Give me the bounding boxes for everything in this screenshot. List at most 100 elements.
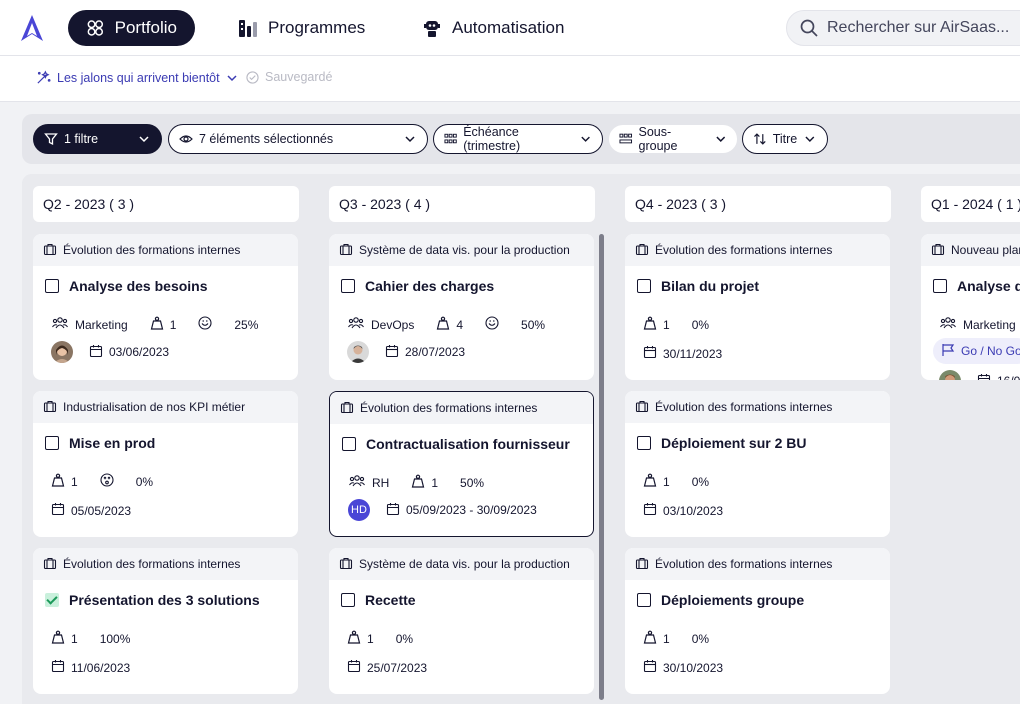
card-meta-row: RH 1 50%	[348, 474, 484, 491]
card-meta-row: Marketing 1 25%	[51, 316, 258, 333]
programmes-icon	[239, 20, 257, 37]
milestone-card[interactable]: Système de data vis. pour la production …	[329, 548, 594, 694]
card-project[interactable]: Évolution des formations internes	[625, 234, 890, 266]
card-team: Marketing	[963, 317, 1016, 332]
team-icon	[348, 474, 366, 491]
milestone-card[interactable]: Système de data vis. pour la production …	[329, 234, 594, 380]
card-title: Recette	[341, 592, 416, 608]
card-date: 30/10/2023	[663, 660, 724, 675]
group-by-select[interactable]: Échéance (trimestre)	[433, 124, 603, 154]
card-title: Analyse des besoins	[45, 278, 208, 294]
card-count: 4	[456, 317, 464, 332]
search-icon	[800, 19, 818, 37]
card-date-row: 25/07/2023	[347, 659, 427, 676]
subgroup-select[interactable]: Sous-groupe	[608, 124, 738, 154]
airsaas-logo[interactable]	[20, 14, 44, 42]
card-count: 1	[169, 317, 177, 332]
briefcase-icon	[43, 556, 57, 573]
card-project[interactable]: Évolution des formations internes	[33, 234, 298, 266]
card-project[interactable]: Système de data vis. pour la production	[329, 548, 594, 580]
card-project[interactable]: Évolution des formations internes	[625, 391, 890, 423]
milestone-checkbox[interactable]	[341, 279, 355, 293]
portfolio-icon	[87, 20, 104, 36]
weight-icon	[51, 473, 65, 490]
milestone-card[interactable]: Évolution des formations internes Analys…	[33, 234, 298, 380]
card-title-text: Contractualisation fournisseur	[366, 436, 570, 452]
card-date: 11/06/2023	[71, 660, 131, 675]
card-project[interactable]: Évolution des formations internes	[33, 548, 298, 580]
team-icon	[939, 316, 957, 333]
card-project[interactable]: Système de data vis. pour la production	[329, 234, 594, 266]
briefcase-icon	[340, 400, 354, 417]
card-count: 1	[71, 474, 78, 489]
card-title-text: Analyse de	[957, 278, 1020, 294]
avatar[interactable]	[939, 370, 961, 380]
milestone-checkbox[interactable]	[45, 279, 59, 293]
weight-icon	[150, 316, 164, 333]
avatar[interactable]: HD	[348, 499, 370, 521]
dizzy-mood-icon	[100, 473, 114, 490]
milestone-checkbox[interactable]	[637, 593, 651, 607]
milestone-checkbox[interactable]	[342, 437, 356, 451]
card-meta-row: DevOps 4 50%	[347, 316, 545, 333]
weight-icon	[436, 316, 450, 333]
card-project[interactable]: Évolution des formations internes	[625, 548, 890, 580]
milestone-card[interactable]: Évolution des formations internes Contra…	[329, 391, 594, 537]
subgroup-grid-icon	[619, 133, 633, 144]
card-project[interactable]: Nouveau plan	[921, 234, 1020, 266]
calendar-icon	[51, 502, 65, 519]
weight-icon	[643, 630, 657, 647]
card-count: 1	[367, 631, 374, 646]
card-count: 1	[663, 317, 670, 332]
milestone-checkbox[interactable]	[341, 593, 355, 607]
filter-icon	[44, 133, 58, 146]
avatar[interactable]	[347, 341, 369, 363]
milestone-card[interactable]: Évolution des formations internes Bilan …	[625, 234, 890, 380]
milestone-checkbox[interactable]	[637, 279, 651, 293]
milestone-checkbox[interactable]	[45, 436, 59, 450]
milestone-checkbox[interactable]	[933, 279, 947, 293]
milestone-card[interactable]: Nouveau plan Analyse de Marketing Go / N…	[921, 234, 1020, 380]
milestone-card[interactable]: Industrialisation de nos KPI métier Mise…	[33, 391, 298, 537]
nav-automatisation[interactable]: Automatisation	[404, 10, 582, 46]
card-project-name: Évolution des formations internes	[655, 400, 833, 414]
filter-bar: 1 filtre 7 éléments sélectionnés Échéanc…	[22, 114, 1020, 164]
nav-programmes[interactable]: Programmes	[220, 10, 383, 46]
column-header: Q1 - 2024 ( 1 )	[921, 186, 1020, 222]
chevron-down-icon	[805, 136, 815, 142]
search-input[interactable]	[827, 19, 1020, 37]
search-box[interactable]	[786, 10, 1020, 46]
column-scrollbar[interactable]	[599, 234, 604, 700]
go-no-go-tag[interactable]: Go / No Go	[933, 338, 1020, 364]
card-date-row: 30/11/2023	[643, 345, 722, 362]
briefcase-icon	[931, 242, 945, 259]
card-project-name: Évolution des formations internes	[63, 557, 241, 571]
card-title-text: Déploiements groupe	[661, 592, 805, 608]
milestone-card[interactable]: Évolution des formations internes Déploi…	[625, 391, 890, 537]
calendar-icon	[643, 502, 657, 519]
milestone-card[interactable]: Évolution des formations internes Présen…	[33, 548, 298, 694]
calendar-icon	[51, 659, 65, 676]
group-by-label: Échéance (trimestre)	[463, 125, 521, 153]
nav-portfolio[interactable]: Portfolio	[68, 10, 195, 46]
view-selector[interactable]: Les jalons qui arrivent bientôt	[36, 70, 238, 85]
card-project[interactable]: Industrialisation de nos KPI métier	[33, 391, 298, 423]
card-project[interactable]: Évolution des formations internes	[330, 392, 593, 424]
nav-programmes-label: Programmes	[268, 18, 366, 37]
card-project-name: Évolution des formations internes	[655, 557, 833, 571]
card-title: Contractualisation fournisseur	[342, 436, 570, 452]
top-navigation-bar: Portfolio Programmes Automatisation	[0, 0, 1020, 56]
filter-button[interactable]: 1 filtre	[33, 124, 162, 154]
columns-select[interactable]: 7 éléments sélectionnés	[168, 124, 428, 154]
milestone-checkbox[interactable]	[637, 436, 651, 450]
magic-wand-icon	[37, 70, 51, 84]
card-team: RH	[372, 475, 390, 490]
milestone-checkbox[interactable]	[45, 593, 59, 607]
milestone-card[interactable]: Évolution des formations internes Déploi…	[625, 548, 890, 694]
sort-select[interactable]: Titre	[742, 124, 828, 154]
card-progress: 50%	[460, 475, 485, 490]
avatar[interactable]	[51, 341, 73, 363]
card-date: 03/10/2023	[663, 503, 724, 518]
card-title: Déploiements groupe	[637, 592, 804, 608]
card-date-row: 11/06/2023	[51, 659, 130, 676]
